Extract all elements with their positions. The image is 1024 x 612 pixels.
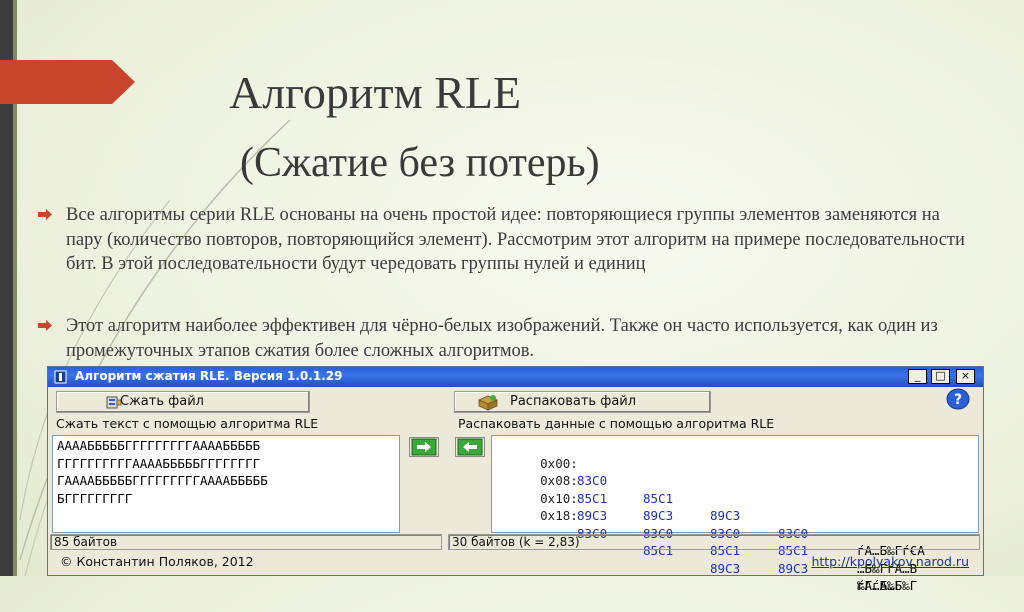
hex-dump-area[interactable]: 0x00: 83C0 85C1 89C3 83C0 ѓА…Б‰Гѓ€А 0x08… bbox=[491, 435, 979, 594]
svg-text:?: ? bbox=[954, 392, 962, 408]
compress-file-button[interactable]: Сжать файл bbox=[56, 391, 310, 413]
hex-value: 89C3 bbox=[710, 508, 741, 523]
hex-row: 0x08: 85C1 89C3 83C0 85C1 …Б‰ГѓА…В bbox=[495, 455, 917, 576]
unpack-file-button[interactable]: Распаковать файл bbox=[454, 391, 711, 413]
left-status-bar: 85 байтов bbox=[50, 534, 442, 550]
hex-value: 89C3 bbox=[577, 508, 608, 523]
bullet-text-1: Все алгоритмы серии RLE основаны на очен… bbox=[66, 205, 965, 274]
bullet-arrow-icon bbox=[38, 209, 52, 220]
hex-value: 85C1 bbox=[643, 490, 674, 506]
arrow-left-icon bbox=[457, 438, 483, 456]
minimize-button[interactable]: _ bbox=[908, 369, 927, 384]
app-icon bbox=[54, 370, 67, 384]
hex-address: 0x18: bbox=[540, 508, 578, 523]
package-icon bbox=[478, 395, 498, 411]
hex-value: 89C3 bbox=[643, 508, 674, 523]
hex-value: 89C3 bbox=[710, 560, 741, 576]
slide-subtitle: (Сжатие без потерь) bbox=[240, 140, 600, 186]
slide-title: Алгоритм RLE bbox=[229, 67, 522, 118]
right-status-bar: 30 байтов (k = 2,83) bbox=[448, 534, 980, 550]
title-accent-arrow bbox=[0, 60, 135, 104]
text-line: БГГГГГГГГГ bbox=[57, 490, 133, 506]
hex-value: 89C3 bbox=[778, 560, 809, 576]
copyright-text: © Константин Поляков, 2012 bbox=[60, 554, 254, 569]
text-line: ГГГГГГГГГГААААБББББГГГГГГГГ bbox=[57, 455, 261, 471]
hex-value: 85C1 bbox=[577, 490, 608, 506]
window-title: Алгоритм сжатия RLE. Версия 1.0.1.29 bbox=[75, 369, 343, 383]
author-link[interactable]: http://kpolyakov.narod.ru bbox=[811, 554, 969, 569]
text-line: ГААААБББББГГГГГГГГГААААБББББ bbox=[57, 473, 268, 488]
unpack-file-label: Распаковать файл bbox=[510, 394, 637, 409]
hex-row: 0x00: 83C0 85C1 89C3 83C0 ѓА…Б‰Гѓ€А bbox=[495, 437, 925, 559]
source-text-area[interactable]: ААААБББББГГГГГГГГГААААБББББ ГГГГГГГГГГАА… bbox=[52, 435, 400, 533]
decompress-arrow-button[interactable] bbox=[455, 437, 485, 457]
compress-arrow-button[interactable] bbox=[409, 437, 439, 457]
bullet-arrow-icon bbox=[38, 320, 52, 331]
help-icon[interactable]: ? bbox=[946, 388, 970, 410]
left-panel-label: Сжать текст с помощью алгоритма RLE bbox=[56, 416, 319, 431]
maximize-button[interactable]: □ bbox=[931, 369, 950, 384]
compress-file-label: Сжать файл bbox=[120, 394, 204, 409]
text-line: ААААБББББГГГГГГГГГААААБББББ bbox=[57, 438, 261, 453]
window-titlebar[interactable]: Алгоритм сжатия RLE. Версия 1.0.1.29 _ □… bbox=[48, 367, 983, 387]
bullet-text-2: Этот алгоритм наиболее эффективен для чё… bbox=[66, 316, 938, 361]
close-button[interactable]: × bbox=[956, 369, 975, 384]
arrow-right-icon bbox=[411, 438, 437, 456]
hex-row: 0x18: 83C0 85C1 89C3 ѓА…Б‰Г bbox=[495, 490, 902, 593]
ascii-view: ѓА…Б‰Г bbox=[857, 578, 903, 593]
hex-value: 83C0 bbox=[577, 473, 608, 488]
rle-app-window: Алгоритм сжатия RLE. Версия 1.0.1.29 _ □… bbox=[47, 366, 984, 594]
hex-row: 0x10: 89C3 83C0 85C1 89C3 ‰ГѓА…Б‰Г bbox=[495, 472, 917, 594]
right-panel-label: Распаковать данные с помощью алгоритма R… bbox=[458, 416, 775, 431]
